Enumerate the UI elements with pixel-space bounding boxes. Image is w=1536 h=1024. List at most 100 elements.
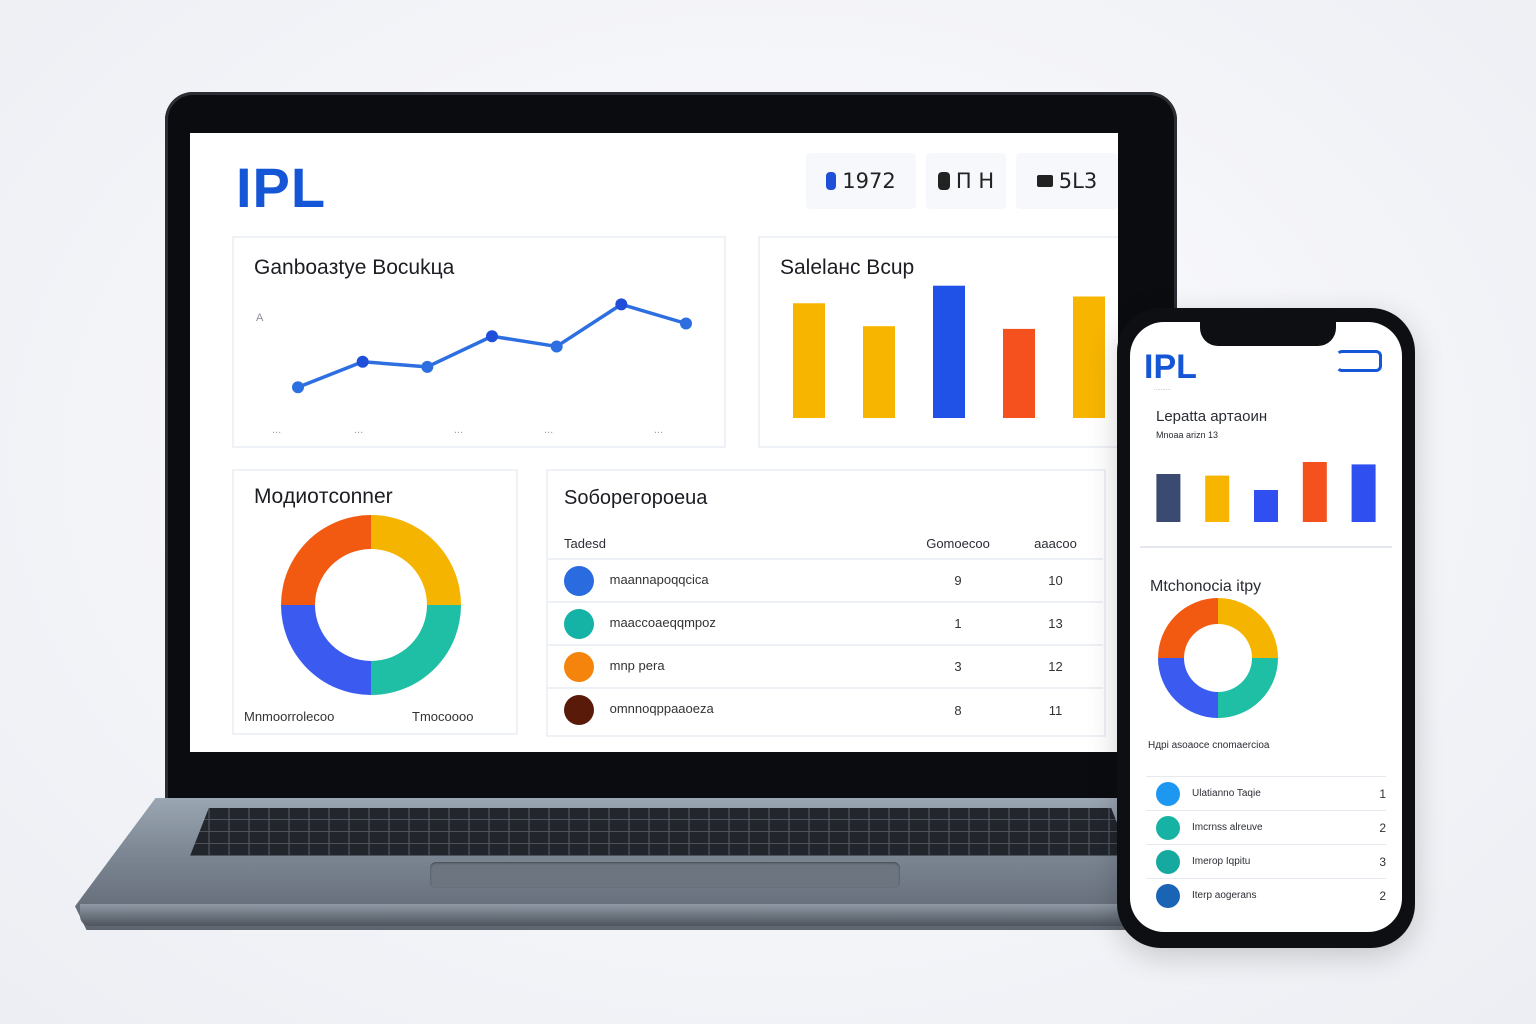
ipl-logo: IPL xyxy=(236,156,327,219)
donut-slice xyxy=(371,515,461,605)
col-header-1[interactable]: Tadesd xyxy=(548,529,908,559)
line-point xyxy=(615,298,628,311)
phone-list-item[interactable]: Imcrnss alreuve 2 xyxy=(1146,810,1386,844)
stat-value-3: 5L3 xyxy=(1058,169,1098,193)
bar xyxy=(793,303,825,418)
phone-divider xyxy=(1140,546,1392,548)
row-label: maannapoqqcica xyxy=(609,571,709,587)
row-value-1: 1 xyxy=(908,601,1008,645)
row-dot-icon xyxy=(564,608,594,639)
phone-bar xyxy=(1351,464,1376,522)
phone-bar xyxy=(1156,474,1181,522)
grid-icon xyxy=(937,172,950,190)
stat-chip-1[interactable]: 1972 xyxy=(806,153,916,209)
phone-row-label: Iterp aogerans xyxy=(1192,890,1257,901)
x-tick-5: ... xyxy=(654,424,664,436)
stat-chip-3[interactable]: 5L3 xyxy=(1016,153,1118,209)
row-dot-icon xyxy=(564,651,594,682)
phone-donut-slice xyxy=(1218,598,1278,658)
row-value-1: 9 xyxy=(908,558,1008,602)
line-point xyxy=(421,360,434,373)
phone-donut-svg xyxy=(1158,598,1278,718)
col-header-2[interactable]: Gomoecoo xyxy=(908,529,1008,559)
row-dot-icon xyxy=(1156,849,1180,874)
phone-bar xyxy=(1302,462,1327,522)
line-chart-svg xyxy=(292,298,692,394)
phone-notch xyxy=(1200,318,1336,346)
row-label: mnp pera xyxy=(609,657,665,673)
phone-donut-caption: Hдpi asoaoce cnomaercioa xyxy=(1148,740,1270,751)
phone-donut-slice xyxy=(1158,658,1218,718)
donut-slice xyxy=(281,605,371,695)
table-row[interactable]: maannapoqqcica 9 10 xyxy=(548,558,1103,602)
phone-donut-title: Mtchonocia itpy xyxy=(1150,578,1262,595)
phone-bar-title: Lepatta apтaoин xyxy=(1156,408,1268,425)
menu-icon[interactable] xyxy=(1336,350,1382,372)
phone-donut-slice xyxy=(1158,598,1218,658)
row-dot-icon xyxy=(564,695,594,725)
laptop-touchpad xyxy=(430,862,900,888)
phone-row-value: 2 xyxy=(1379,820,1386,835)
row-dot-icon xyxy=(1156,815,1180,840)
phone-bar-subtitle: Mnoaa arizn 13 xyxy=(1156,430,1219,440)
table-card: Soбopeгopoeua Tadesd Gomoecoo aaacoo maa… xyxy=(546,469,1106,737)
phone-row-value: 2 xyxy=(1379,888,1386,903)
stat-chip-2[interactable]: П Н xyxy=(926,153,1006,209)
line-series xyxy=(297,302,687,389)
table-row[interactable]: maaccoaeqqmpoz 1 13 xyxy=(548,601,1103,645)
line-point xyxy=(292,381,304,394)
stat-value-1: 1972 xyxy=(842,169,896,193)
bar xyxy=(933,285,965,418)
donut-legend-left: Mnmoorrolecoo xyxy=(244,709,335,724)
phone-list-item[interactable]: Ulatianno Taqie 1 xyxy=(1146,776,1386,810)
phone-row-label: Imcrnss alreuve xyxy=(1192,822,1263,833)
phone-logo-sub: .......... xyxy=(1154,386,1171,392)
table-row[interactable]: omnnoqppaaoeza 8 11 xyxy=(548,687,1103,731)
bar xyxy=(1073,296,1105,418)
phone-list-item[interactable]: Imerop Iqpitu 3 xyxy=(1146,844,1386,878)
row-value-2: 10 xyxy=(1008,558,1103,602)
x-tick-3: ... xyxy=(454,424,464,436)
x-tick-4: ... xyxy=(544,424,554,436)
bar xyxy=(1003,328,1035,418)
donut-slice xyxy=(371,605,461,695)
line-chart-card: Ganboaзtye Bocukца A ... ... ... ... ... xyxy=(232,236,726,448)
donut-chart-svg xyxy=(281,515,461,695)
row-dot-icon xyxy=(1156,883,1180,908)
stack-icon xyxy=(1036,175,1053,187)
x-tick-1: ... xyxy=(272,424,282,436)
row-value-1: 8 xyxy=(908,687,1008,731)
donut-slice xyxy=(281,515,371,605)
phone-donut-slice xyxy=(1218,658,1278,718)
phone-bar-chart-svg xyxy=(1156,462,1376,522)
table-card-title: Soбopeгopoeua xyxy=(564,487,708,509)
stat-value-2: П Н xyxy=(955,169,995,193)
bar-chart-card: Salelaнc Bcup xyxy=(758,236,1118,448)
table-row[interactable]: mnp pera 3 12 xyxy=(548,644,1103,688)
line-point xyxy=(680,317,692,330)
source-table: Tadesd Gomoecoo aaacoo maannapoqqcica 9 … xyxy=(548,529,1103,731)
line-point xyxy=(356,355,369,368)
bar-chart-svg xyxy=(793,285,1105,418)
phone-list-item[interactable]: Iterp aogerans 2 xyxy=(1146,878,1386,912)
row-label: maaccoaeqqmpoz xyxy=(609,614,716,630)
row-dot-icon xyxy=(1156,781,1180,806)
phone-row-value: 1 xyxy=(1379,786,1386,801)
laptop-base-edge xyxy=(80,904,1220,926)
row-value-1: 3 xyxy=(908,644,1008,688)
row-label: omnnoqppaaoeza xyxy=(609,701,714,717)
donut-legend-right: Tmocoooo xyxy=(412,709,474,724)
phone-row-label: Ulatianno Taqie xyxy=(1192,788,1261,799)
pill-icon xyxy=(826,172,837,190)
phone-row-label: Imerop Iqpitu xyxy=(1192,856,1251,867)
phone-bar xyxy=(1254,490,1278,522)
row-dot-icon xyxy=(564,565,594,596)
table-header-row: Tadesd Gomoecoo aaacoo xyxy=(548,529,1103,559)
col-header-3[interactable]: aaacoo xyxy=(1008,529,1103,559)
row-value-2: 13 xyxy=(1008,601,1103,645)
phone-screen: IPL .......... Lepatta apтaoин Mnoaa ari… xyxy=(1130,322,1402,932)
donut-chart-card: Moдиoтconner Mnmoorrolecoo Tmocoooo xyxy=(232,469,518,735)
laptop-keyboard xyxy=(190,808,1130,856)
x-tick-2: ... xyxy=(354,424,364,436)
row-value-2: 12 xyxy=(1008,644,1103,688)
